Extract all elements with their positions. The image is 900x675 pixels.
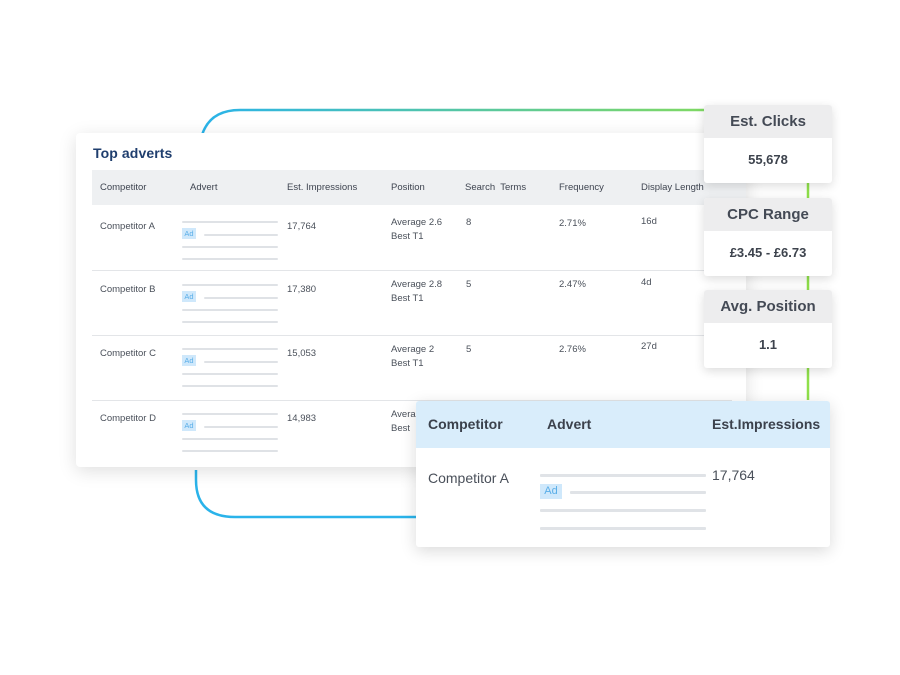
col-search-terms: Search Terms [465,182,527,193]
row-competitor: Competitor B [100,284,156,295]
table-row[interactable]: Competitor B Ad 17,380 Average 2.8 Best … [92,270,732,336]
stat-value: £3.45 - £6.73 [729,245,807,260]
ad-badge: Ad [182,355,196,366]
row-competitor: Competitor C [100,348,156,359]
popup-competitor: Competitor A [428,470,509,486]
ad-preview: Ad [182,284,278,324]
ad-badge: Ad [182,291,196,302]
popup-ad-badge: Ad [540,484,562,499]
stat-label: CPC Range [704,198,832,231]
ad-preview: Ad [182,348,278,388]
row-impressions: 17,764 [287,221,317,232]
table-row[interactable]: Competitor A Ad 17,764 Average 2.6 Best … [92,205,732,271]
row-position-average: Average 2.6 [391,217,443,228]
row-search-terms: 8 [466,217,472,228]
col-position: Position [391,182,425,193]
row-position-average: Avera [391,409,416,420]
row-display-length: 16d [641,216,657,227]
col-competitor: Competitor [100,182,147,193]
stat-card-avg-position: Avg. Position 1.1 [704,290,832,368]
row-competitor: Competitor A [100,221,155,232]
stat-label: Est. Clicks [704,105,832,138]
col-advert: Advert [190,182,218,193]
row-position-best: Best T1 [391,293,424,304]
stat-value: 55,678 [748,152,788,167]
card-title: Top adverts [93,145,173,161]
table-header: Competitor Advert Est. Impressions Posit… [92,170,746,205]
popup-impressions: 17,764 [712,467,755,483]
row-position-average: Average 2 [391,344,435,355]
row-search-terms: 5 [466,279,472,290]
stat-label: Avg. Position [704,290,832,323]
row-impressions: 17,380 [287,284,317,295]
table-row[interactable]: Competitor C Ad 15,053 Average 2 Best T1… [92,335,732,401]
popup-header: Competitor Advert Est.Impressions [416,401,830,448]
stat-value: 1.1 [758,337,778,352]
row-impressions: 14,983 [287,413,317,424]
row-position-best: Best T1 [391,231,424,242]
row-competitor: Competitor D [100,413,156,424]
row-frequency: 2.76% [559,344,586,355]
ad-badge: Ad [182,420,196,431]
popup-ad-preview: Ad [540,472,706,532]
competitor-detail-popup[interactable]: Competitor Advert Est.Impressions Compet… [416,401,830,547]
ad-preview: Ad [182,413,278,453]
row-display-length: 4d [641,277,652,288]
col-display-length: Display Length [641,182,704,193]
row-frequency: 2.71% [559,218,586,229]
ad-preview: Ad [182,221,278,261]
row-impressions: 15,053 [287,348,317,359]
row-frequency: 2.47% [559,279,586,290]
row-search-terms: 5 [466,344,472,355]
row-position-best: Best T1 [391,358,424,369]
stat-card-cpc-range: CPC Range £3.45 - £6.73 [704,198,832,276]
row-display-length: 27d [641,341,657,352]
popup-col-competitor: Competitor [428,416,503,432]
row-position-best: Best [391,423,411,434]
stat-card-est-clicks: Est. Clicks 55,678 [704,105,832,183]
stage: Top adverts Competitor Advert Est. Impre… [0,0,900,675]
row-position-average: Average 2.8 [391,279,443,290]
popup-col-impressions: Est.Impressions [712,416,821,432]
popup-col-advert: Advert [547,416,592,432]
col-frequency: Frequency [559,182,604,193]
col-impressions: Est. Impressions [287,182,358,193]
ad-badge: Ad [182,228,196,239]
